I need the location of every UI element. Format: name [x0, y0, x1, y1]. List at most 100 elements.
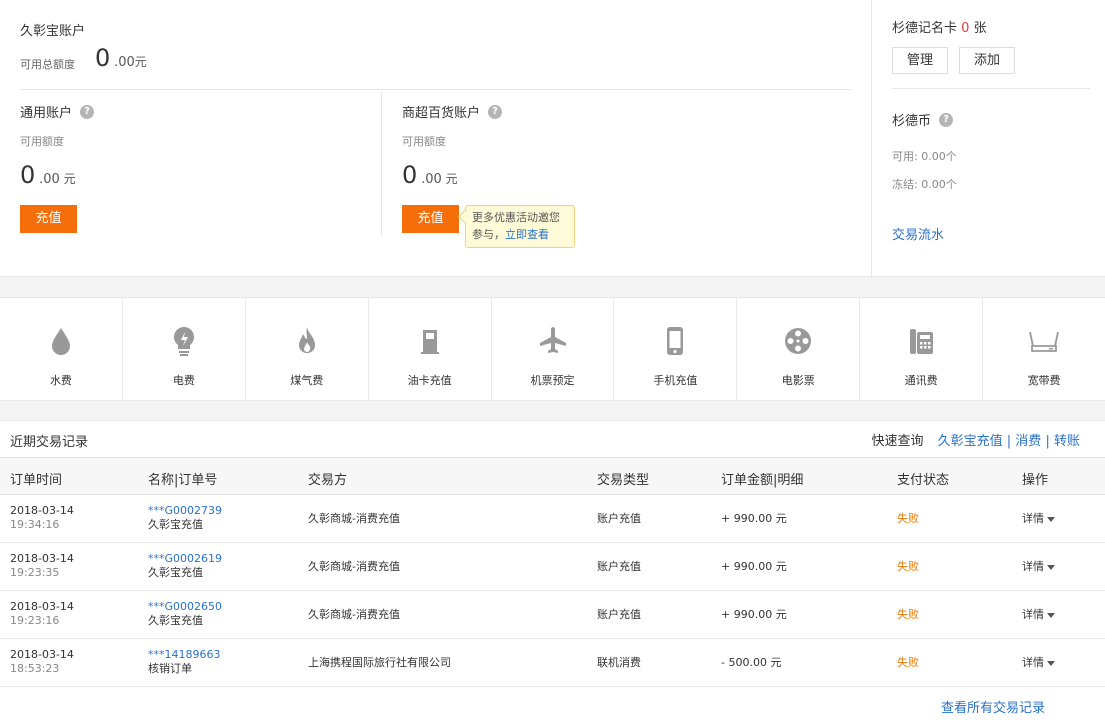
- header-cell: 名称|订单号: [148, 473, 218, 488]
- mall-amount-unit: 元: [445, 172, 458, 186]
- service-label: 水费: [49, 374, 72, 387]
- services-bar: 水费 电费 煤气费 油卡充值 机票预定 手机充值 电影票 通讯费 宽带费: [0, 297, 1105, 401]
- card-count: 0: [961, 21, 970, 36]
- details-dropdown[interactable]: 详情: [1022, 656, 1055, 670]
- header-cell: 交易类型: [597, 473, 650, 488]
- avail-total-dec: .00: [114, 55, 135, 70]
- service-water[interactable]: 水费: [0, 298, 123, 400]
- service-label: 电费: [172, 374, 195, 387]
- help-icon[interactable]: ?: [488, 104, 503, 119]
- transaction-type: 联机消费: [597, 656, 641, 669]
- counterparty: 上海携程国际旅行社有限公司: [308, 656, 451, 669]
- order-clock: 18:53:23: [10, 662, 60, 675]
- order-date: 2018-03-14: [10, 504, 74, 517]
- transactions-title: 近期交易记录: [10, 435, 89, 450]
- table-header: 订单时间 名称|订单号 交易方 交易类型 订单金额|明细 支付状态 操作: [0, 457, 1105, 495]
- service-movie[interactable]: 电影票: [737, 298, 861, 400]
- table-row: 2018-03-14 19:34:16 ***G0002739 久彰宝充值 久彰商城…: [0, 495, 1105, 543]
- counterparty: 久彰商城-消费充值: [308, 608, 400, 621]
- promo-tooltip: 更多优惠活动邀您参与，立即查看: [465, 205, 575, 248]
- service-label: 电影票: [781, 374, 815, 387]
- order-date: 2018-03-14: [10, 600, 74, 613]
- order-time: 2018-03-14 19:34:16: [10, 504, 74, 532]
- order-amount: + 990.00 元: [721, 560, 787, 573]
- details-dropdown[interactable]: 详情: [1022, 608, 1055, 622]
- help-icon[interactable]: ?: [939, 112, 954, 127]
- order-number-link[interactable]: ***14189663: [148, 648, 221, 662]
- transaction-type: 账户充值: [597, 608, 641, 621]
- coin-title: 杉德币: [892, 114, 932, 129]
- payment-status: 失败: [897, 656, 919, 669]
- promo-tooltip-link[interactable]: 立即查看: [505, 228, 549, 241]
- caret-down-icon: [1047, 612, 1055, 618]
- general-amount: 0 .00 元: [20, 161, 320, 189]
- order-clock: 19:34:16: [10, 518, 60, 531]
- account-panel: 久彰宝账户 可用总额度 0 .00元 通用账户 ? 可用额度 0 .00 元 充…: [0, 0, 1105, 277]
- avail-total-int: 0: [95, 44, 111, 72]
- manage-card-button[interactable]: 管理: [892, 47, 948, 74]
- order-number-link[interactable]: ***G0002650: [148, 600, 222, 614]
- mobile-phone-icon: [667, 327, 684, 355]
- coin-frozen: 冻结: 0.00个: [892, 178, 957, 191]
- divider: [892, 88, 1090, 89]
- general-avail-label: 可用额度: [20, 135, 64, 148]
- transaction-flow-link[interactable]: 交易流水: [892, 224, 944, 243]
- service-electricity[interactable]: 电费: [123, 298, 246, 400]
- mall-recharge-button[interactable]: 充值: [402, 205, 459, 233]
- service-label: 通讯费: [904, 374, 938, 387]
- order-title: 久彰宝充值: [148, 614, 203, 627]
- service-flight[interactable]: 机票预定: [492, 298, 615, 400]
- avail-total-label: 可用总额度: [20, 58, 75, 71]
- table-row: 2018-03-14 19:23:16 ***G0002650 久彰宝充值 久彰商城…: [0, 591, 1105, 639]
- quick-link-transfer[interactable]: 转账: [1054, 434, 1080, 449]
- header-cell: 订单金额|明细: [721, 473, 804, 488]
- quick-link-recharge[interactable]: 久彰宝充值: [938, 434, 1003, 449]
- account-title: 久彰宝账户: [20, 24, 86, 39]
- flame-icon: [298, 327, 315, 354]
- order-name: ***G0002650 久彰宝充值: [148, 600, 222, 628]
- view-all-transactions-link[interactable]: 查看所有交易记录: [941, 697, 1045, 716]
- general-amount-int: 0: [20, 161, 36, 189]
- order-title: 核销订单: [148, 662, 192, 675]
- order-amount: + 990.00 元: [721, 608, 787, 621]
- service-fuel-card[interactable]: 油卡充值: [369, 298, 492, 400]
- card-title: 杉德记名卡 0 张: [892, 17, 987, 36]
- quick-query: 快速查询 久彰宝充值 | 消费 | 转账: [871, 430, 1080, 449]
- table-row: 2018-03-14 18:53:23 ***14189663 核销订单 上海携程国…: [0, 639, 1105, 687]
- router-icon: [1029, 331, 1059, 352]
- order-amount: - 500.00 元: [721, 656, 782, 669]
- add-card-button[interactable]: 添加: [959, 47, 1015, 74]
- order-date: 2018-03-14: [10, 552, 74, 565]
- header-cell: 交易方: [308, 473, 348, 488]
- transaction-type: 账户充值: [597, 560, 641, 573]
- service-telecom[interactable]: 通讯费: [860, 298, 984, 400]
- service-label: 机票预定: [530, 374, 575, 387]
- coin-available: 可用: 0.00个: [892, 150, 957, 163]
- avail-total-amount: 0 .00元: [95, 44, 147, 72]
- card-title-suffix: 张: [973, 21, 987, 36]
- recent-transactions: 近期交易记录 快速查询 久彰宝充值 | 消费 | 转账 订单时间 名称|订单号 …: [0, 420, 1105, 720]
- order-name: ***G0002739 久彰宝充值: [148, 504, 222, 532]
- service-label: 宽带费: [1027, 374, 1061, 387]
- general-account-title: 通用账户: [20, 106, 73, 121]
- order-clock: 19:23:35: [10, 566, 60, 579]
- service-broadband[interactable]: 宽带费: [983, 298, 1105, 400]
- caret-down-icon: [1047, 564, 1055, 570]
- header-cell: 操作: [1022, 473, 1049, 488]
- transaction-type: 账户充值: [597, 512, 641, 525]
- quick-link-consume[interactable]: 消费: [1015, 434, 1041, 449]
- mall-amount: 0 .00 元: [402, 161, 702, 189]
- card-title-prefix: 杉德记名卡: [892, 21, 958, 36]
- payment-status: 失败: [897, 608, 919, 621]
- details-dropdown[interactable]: 详情: [1022, 512, 1055, 526]
- help-icon[interactable]: ?: [80, 104, 95, 119]
- general-recharge-button[interactable]: 充值: [20, 205, 77, 233]
- order-number-link[interactable]: ***G0002739: [148, 504, 222, 518]
- fuel-pump-icon: [420, 330, 439, 354]
- details-dropdown[interactable]: 详情: [1022, 560, 1055, 574]
- order-number-link[interactable]: ***G0002619: [148, 552, 222, 566]
- general-account: 通用账户 ? 可用额度 0 .00 元 充值: [20, 102, 320, 233]
- service-gas[interactable]: 煤气费: [246, 298, 369, 400]
- quick-link-separator: |: [1045, 434, 1050, 449]
- service-mobile-topup[interactable]: 手机充值: [614, 298, 738, 400]
